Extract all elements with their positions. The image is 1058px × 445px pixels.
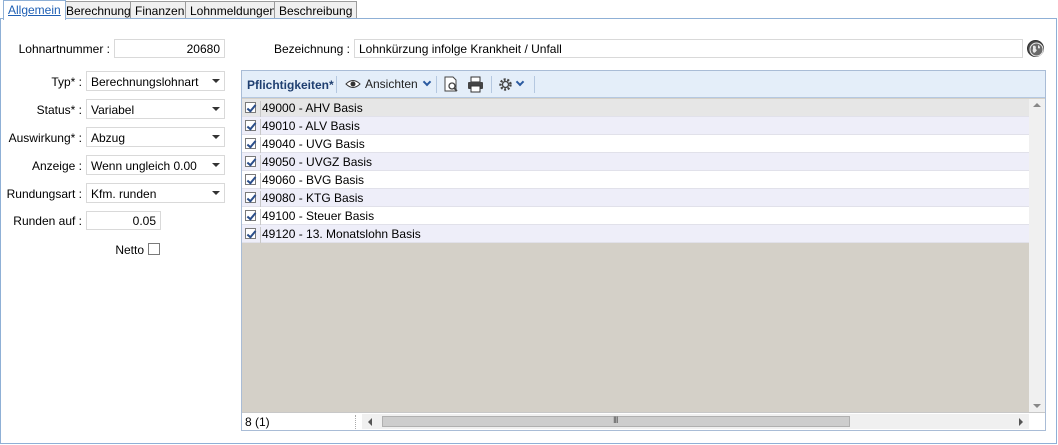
netto-checkbox[interactable]	[148, 243, 160, 255]
pflichtigkeiten-grid: Pflichtigkeiten* Ansichten 49000 - AHV B…	[241, 70, 1046, 431]
scroll-up-icon[interactable]	[1033, 103, 1041, 107]
eye-icon	[345, 80, 361, 88]
chevron-down-icon	[212, 135, 220, 139]
bezeichnung-field[interactable]: Lohnkürzung infolge Krankheit / Unfall	[354, 39, 1023, 58]
tab-bar: Allgemein Berechnung Finanzen Lohnmeldun…	[0, 0, 1058, 20]
chevron-down-icon	[422, 77, 432, 87]
row-checkbox[interactable]	[245, 120, 256, 131]
scroll-right-icon[interactable]	[1019, 418, 1023, 426]
status-label: Status* :	[36, 103, 82, 117]
row-checkbox[interactable]	[245, 156, 256, 167]
runden-auf-field[interactable]: 0.05	[86, 211, 161, 230]
record-count: 8 (1)	[245, 415, 270, 429]
table-row[interactable]: 49000 - AHV Basis	[242, 99, 1029, 117]
table-row[interactable]: 49100 - Steuer Basis	[242, 207, 1029, 225]
anzeige-select[interactable]: Wenn ungleich 0.00	[86, 155, 225, 175]
footer-separator	[355, 415, 356, 429]
toolbar-separator	[534, 76, 535, 93]
netto-label: Netto	[115, 243, 144, 257]
print-preview-button[interactable]	[443, 76, 461, 93]
grid-footer: 8 (1) III	[242, 412, 1045, 430]
toolbar-separator	[436, 76, 437, 93]
tab-beschreibung[interactable]: Beschreibung	[274, 1, 358, 19]
tab-finanzen[interactable]: Finanzen	[130, 1, 190, 19]
table-row[interactable]: 49010 - ALV Basis	[242, 117, 1029, 135]
settings-button[interactable]	[498, 76, 528, 93]
table-row[interactable]: 49060 - BVG Basis	[242, 171, 1029, 189]
lohnartnummer-field[interactable]: 20680	[114, 39, 225, 58]
runden-auf-label: Runden auf :	[13, 214, 82, 228]
tab-lohnmeldungen[interactable]: Lohnmeldungen	[185, 1, 282, 19]
row-checkbox[interactable]	[245, 138, 256, 149]
table-row[interactable]: 49040 - UVG Basis	[242, 135, 1029, 153]
scroll-thumb[interactable]: III	[382, 415, 850, 427]
auswirkung-label: Auswirkung* :	[8, 131, 82, 145]
bezeichnung-label: Bezeichnung :	[273, 42, 350, 56]
horizontal-scrollbar[interactable]: III	[362, 414, 1029, 429]
printer-icon	[468, 76, 483, 93]
ansichten-button[interactable]: Ansichten	[345, 76, 435, 93]
scroll-down-icon[interactable]	[1033, 404, 1041, 408]
status-select[interactable]: Variabel	[86, 99, 225, 119]
chevron-down-icon	[212, 191, 220, 195]
table-row[interactable]: 49080 - KTG Basis	[242, 189, 1029, 207]
lohnartnummer-label: Lohnartnummer :	[18, 42, 110, 56]
row-checkbox[interactable]	[245, 174, 256, 185]
tab-berechnung[interactable]: Berechnung	[61, 1, 136, 19]
tab-allgemein[interactable]: Allgemein	[3, 0, 66, 20]
scroll-grip: III	[613, 415, 618, 425]
row-checkbox[interactable]	[245, 102, 256, 113]
row-checkbox[interactable]	[245, 228, 256, 239]
typ-label: Typ* :	[51, 75, 82, 89]
globe-icon[interactable]	[1027, 40, 1044, 57]
row-checkbox[interactable]	[245, 192, 256, 203]
table-row[interactable]: 49050 - UVGZ Basis	[242, 153, 1029, 171]
anzeige-label: Anzeige :	[31, 159, 82, 173]
rundungsart-label: Rundungsart :	[6, 187, 82, 201]
scroll-left-icon[interactable]	[368, 418, 372, 426]
print-button[interactable]	[467, 76, 485, 93]
rundungsart-select[interactable]: Kfm. runden	[86, 183, 225, 203]
chevron-down-icon	[212, 107, 220, 111]
grid-title: Pflichtigkeiten*	[247, 78, 334, 92]
typ-select[interactable]: Berechnungslohnart	[86, 71, 225, 91]
grid-rows: 49000 - AHV Basis 49010 - ALV Basis 4904…	[242, 99, 1029, 243]
gear-icon	[499, 78, 512, 91]
row-checkbox[interactable]	[245, 210, 256, 221]
chevron-down-icon	[212, 79, 220, 83]
toolbar-separator	[491, 76, 492, 93]
table-row[interactable]: 49120 - 13. Monatslohn Basis	[242, 225, 1029, 243]
vertical-scrollbar[interactable]	[1029, 99, 1045, 412]
auswirkung-select[interactable]: Abzug	[86, 127, 225, 147]
chevron-down-icon	[212, 163, 220, 167]
toolbar-separator	[336, 76, 337, 93]
grid-toolbar: Pflichtigkeiten* Ansichten	[242, 71, 1045, 98]
print-preview-icon	[444, 76, 458, 92]
chevron-down-icon	[515, 77, 525, 87]
